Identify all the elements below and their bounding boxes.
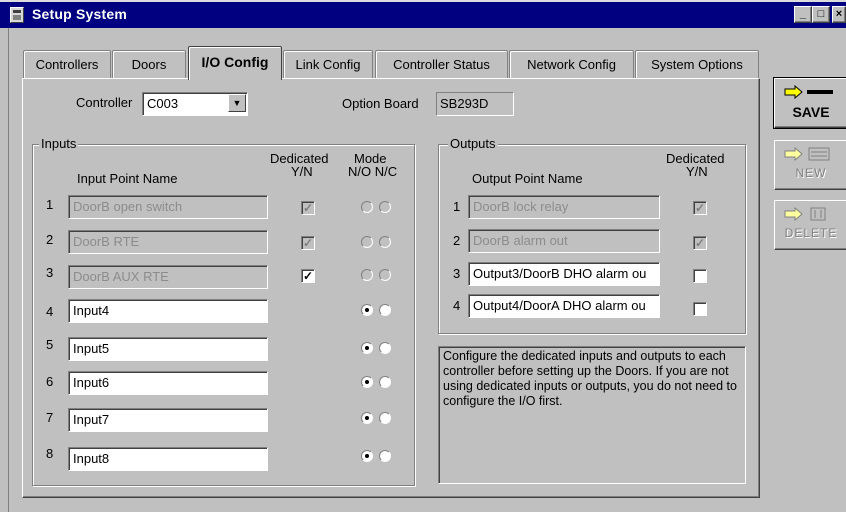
save-button[interactable]: SAVE (773, 77, 846, 129)
tab-link-config[interactable]: Link Config (283, 50, 373, 78)
output-name-field[interactable]: Output4/DoorA DHO alarm ou (468, 294, 660, 318)
controller-value: C003 (147, 96, 179, 111)
controller-select[interactable]: C003 ▼ (142, 92, 248, 116)
output-name-header: Output Point Name (472, 171, 583, 186)
input-mode-no-radio[interactable] (361, 342, 373, 354)
input-row-number: 1 (46, 197, 54, 212)
input-mode-nc-radio[interactable] (379, 342, 391, 354)
input-name-field[interactable]: Input8 (68, 447, 268, 471)
save-label: SAVE (792, 104, 830, 120)
output-name-field[interactable]: Output3/DoorB DHO alarm ou (468, 262, 660, 286)
info-text-box: Configure the dedicated inputs and outpu… (438, 346, 746, 484)
input-row-number: 3 (46, 265, 54, 280)
input-mode-no-radio[interactable] (361, 201, 373, 213)
tab-controller-status[interactable]: Controller Status (375, 50, 508, 78)
output-dedicated-yn-header: Y/N (686, 164, 708, 179)
output-dedicated-checkbox[interactable]: ✓ (693, 201, 707, 215)
input-dedicated-checkbox[interactable]: ✓ (301, 236, 315, 250)
input-dedicated-yn-header: Y/N (291, 164, 313, 179)
tab-doors[interactable]: Doors (112, 50, 186, 78)
tab-system-options[interactable]: System Options (635, 50, 759, 78)
delete-label: DELETE (784, 226, 838, 240)
new-arrow-icon (784, 147, 830, 161)
input-mode-nc-radio[interactable] (379, 236, 391, 248)
input-mode-no-radio[interactable] (361, 412, 373, 424)
app-icon[interactable] (10, 7, 24, 23)
input-row-number: 5 (46, 337, 54, 352)
input-mode-nc-radio[interactable] (379, 450, 391, 462)
tab-io-config[interactable]: I/O Config (188, 46, 282, 80)
option-board-value: SB293D (436, 92, 514, 116)
output-dedicated-checkbox[interactable]: ✓ (693, 236, 707, 250)
input-row-number: 8 (46, 446, 54, 461)
inputs-group-title: Inputs (39, 136, 79, 151)
input-mode-nc-radio[interactable] (379, 269, 391, 281)
output-name-field[interactable]: DoorB alarm out (468, 229, 660, 253)
tab-network-config[interactable]: Network Config (509, 50, 634, 78)
input-name-field[interactable]: Input6 (68, 371, 268, 395)
input-mode-no-radio[interactable] (361, 304, 373, 316)
maximize-button[interactable]: □ (812, 6, 830, 23)
input-mode-nc-radio[interactable] (379, 376, 391, 388)
output-row-number: 1 (453, 199, 461, 214)
option-board-label: Option Board (342, 96, 419, 111)
input-name-field[interactable]: DoorB AUX RTE (68, 265, 268, 289)
controller-label: Controller (76, 95, 133, 110)
input-name-field[interactable]: DoorB RTE (68, 230, 268, 254)
input-dedicated-checkbox[interactable]: ✓ (301, 269, 315, 283)
input-mode-nc-radio[interactable] (379, 304, 391, 316)
input-row-number: 7 (46, 410, 54, 425)
delete-arrow-icon (784, 207, 826, 221)
input-mode-nonc-header: N/O N/C (348, 164, 398, 179)
title-bar: Setup System _ □ × (0, 0, 846, 28)
save-arrow-icon (784, 85, 833, 99)
new-label: NEW (795, 166, 827, 180)
input-mode-no-radio[interactable] (361, 376, 373, 388)
input-name-field[interactable]: DoorB open switch (68, 195, 268, 219)
input-mode-no-radio[interactable] (361, 269, 373, 281)
output-row-number: 4 (453, 298, 461, 313)
new-button[interactable]: NEW (774, 140, 846, 190)
input-name-field[interactable]: Input7 (68, 408, 268, 432)
input-row-number: 6 (46, 374, 54, 389)
input-mode-no-radio[interactable] (361, 236, 373, 248)
chevron-down-icon[interactable]: ▼ (228, 94, 246, 112)
input-mode-nc-radio[interactable] (379, 201, 391, 213)
minimize-button[interactable]: _ (794, 6, 812, 23)
input-row-number: 4 (46, 304, 54, 319)
input-mode-no-radio[interactable] (361, 450, 373, 462)
output-name-field[interactable]: DoorB lock relay (468, 195, 660, 219)
close-button[interactable]: × (832, 6, 846, 23)
input-mode-nc-radio[interactable] (379, 412, 391, 424)
input-name-header: Input Point Name (77, 171, 178, 186)
output-dedicated-checkbox[interactable] (693, 302, 707, 316)
input-name-field[interactable]: Input4 (68, 299, 268, 323)
window-title: Setup System (32, 6, 127, 22)
delete-button[interactable]: DELETE (774, 200, 846, 250)
output-row-number: 3 (453, 266, 461, 281)
tab-controllers[interactable]: Controllers (23, 50, 111, 78)
output-dedicated-checkbox[interactable] (693, 269, 707, 283)
input-row-number: 2 (46, 232, 54, 247)
input-dedicated-checkbox[interactable]: ✓ (301, 201, 315, 215)
outputs-group-title: Outputs (448, 136, 498, 151)
input-name-field[interactable]: Input5 (68, 337, 268, 361)
output-row-number: 2 (453, 233, 461, 248)
